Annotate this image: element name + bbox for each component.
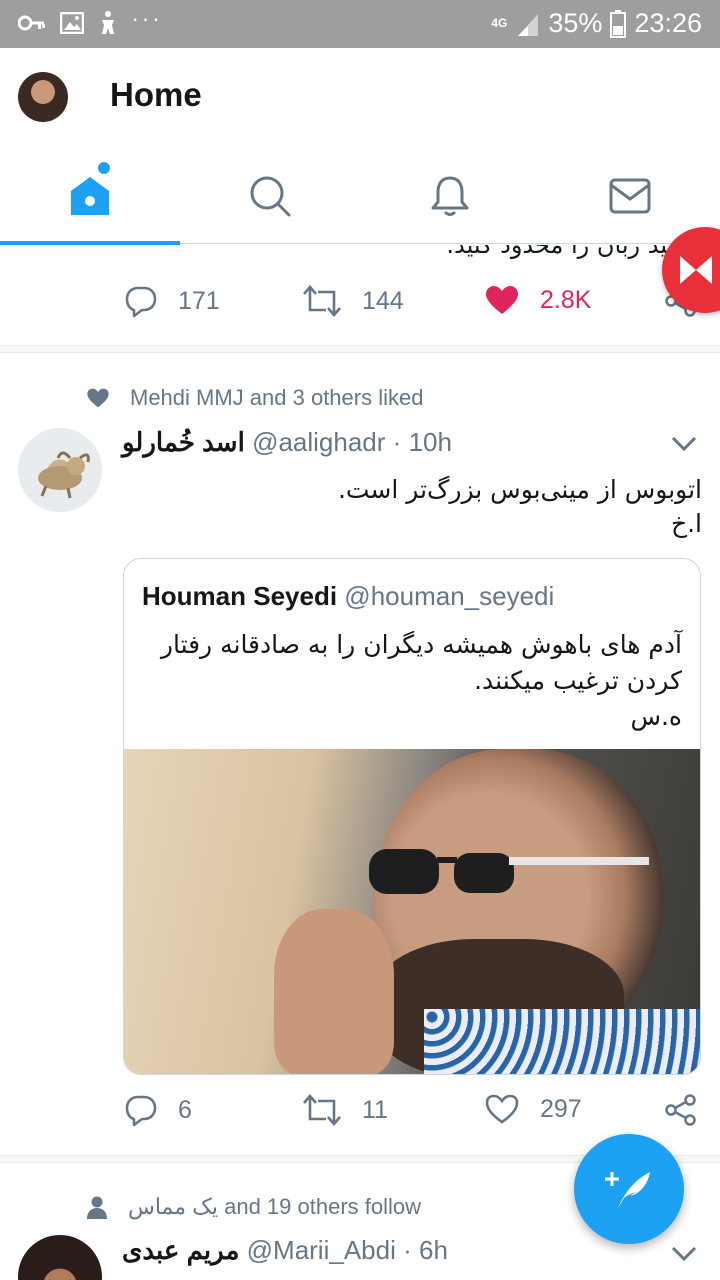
- quoted-tweet[interactable]: Houman Seyedi @houman_seyedi آدم های باه…: [123, 558, 701, 1075]
- tab-notifications[interactable]: [360, 148, 540, 244]
- tweet-time[interactable]: 6h: [419, 1235, 448, 1265]
- header-separator: ·: [392, 427, 402, 457]
- status-bar: ··· 4G 35% 23:26: [0, 0, 720, 48]
- social-context-text: یک مماس and 19 others follow: [128, 1194, 422, 1219]
- retweet-icon: [303, 285, 341, 317]
- profile-avatar-button[interactable]: [18, 72, 68, 122]
- goat-photo: [38, 451, 90, 499]
- tweet-text: اتوبوس از مینی‌بوس بزرگ‌تر است. ا.خ: [122, 473, 702, 541]
- tweet-time[interactable]: 10h: [409, 427, 452, 457]
- quoted-author-name: Houman Seyedi: [142, 581, 338, 611]
- like-count: 297: [540, 1094, 582, 1123]
- battery-percent: 35%: [548, 8, 603, 38]
- bell-icon: [431, 176, 469, 216]
- compose-feather-icon: [605, 1172, 650, 1208]
- retweet-count: 144: [362, 286, 404, 315]
- reply-button[interactable]: 6: [124, 1093, 192, 1127]
- tweet-text: توانید زبان را محدود کنید.: [446, 245, 700, 259]
- signal-icon: [518, 13, 539, 36]
- tab-home[interactable]: [0, 148, 180, 245]
- tweet-actions: 171 144 2.8K: [124, 284, 704, 324]
- quoted-text-line: کردن ترغیب میکنند.: [474, 666, 682, 695]
- reply-icon: [125, 1095, 157, 1127]
- new-content-dot: [98, 162, 110, 174]
- social-context: Mehdi MMJ and 3 others liked: [86, 385, 423, 411]
- photo-shirt: [424, 1009, 700, 1074]
- quoted-tweet-header: Houman Seyedi @houman_seyedi: [142, 581, 554, 612]
- tweet-divider: [0, 345, 720, 353]
- photo-sunglasses: [369, 849, 649, 894]
- author-name[interactable]: مریم عبدی: [122, 1235, 239, 1265]
- clock: 23:26: [634, 8, 702, 38]
- heart-small-icon: [87, 388, 109, 408]
- accessibility-icon: [102, 11, 114, 34]
- reply-count: 171: [178, 286, 220, 315]
- author-name[interactable]: اسد خُمارلو: [122, 427, 245, 457]
- reply-button[interactable]: 171: [124, 284, 220, 318]
- mail-icon: [609, 178, 651, 214]
- quoted-text-line: ه.س: [630, 702, 682, 731]
- key-icon: [18, 15, 45, 31]
- social-context-text: Mehdi MMJ and 3 others liked: [130, 385, 424, 410]
- social-context: یک مماس and 19 others follow: [86, 1194, 421, 1220]
- tweet-actions: 6 11 297: [124, 1093, 704, 1133]
- timeline[interactable]: توانید زبان را محدود کنید. 171 144 2.8K …: [0, 245, 720, 1280]
- battery-icon: [610, 9, 627, 38]
- tweet-text-line: اتوبوس از مینی‌بوس بزرگ‌تر است.: [337, 475, 702, 504]
- record-icon: [680, 256, 712, 284]
- retweet-icon: [303, 1094, 341, 1126]
- app-header: Home: [0, 48, 720, 148]
- quoted-author-handle: @houman_seyedi: [344, 581, 555, 611]
- retweet-count: 11: [362, 1095, 388, 1124]
- more-notifications-icon: ···: [132, 8, 164, 32]
- author-handle[interactable]: @aalighadr: [252, 427, 385, 457]
- like-button[interactable]: 297: [484, 1093, 582, 1125]
- heart-filled-icon: [486, 286, 518, 314]
- heart-icon: [485, 1094, 519, 1124]
- search-icon: [250, 176, 291, 217]
- chevron-down-icon[interactable]: [670, 435, 698, 453]
- reply-count: 6: [178, 1095, 192, 1124]
- quoted-tweet-photo[interactable]: [124, 749, 700, 1074]
- network-type: 4G: [491, 16, 508, 30]
- tweet-text-line: ا.خ: [670, 509, 702, 538]
- author-handle[interactable]: @Marii_Abdi: [247, 1235, 396, 1265]
- chevron-down-icon[interactable]: [670, 1245, 698, 1263]
- image-icon: [60, 12, 84, 34]
- compose-tweet-button[interactable]: [574, 1134, 684, 1244]
- tweet-header: اسد خُمارلو @aalighadr · 10h: [122, 427, 704, 463]
- share-icon: [665, 1094, 696, 1126]
- tab-search[interactable]: [180, 148, 360, 244]
- tab-bar: [0, 148, 720, 245]
- like-button[interactable]: 2.8K: [484, 284, 591, 316]
- quoted-tweet-text: آدم های باهوش همیشه دیگران را به صادقانه…: [142, 627, 682, 735]
- home-icon: [71, 177, 109, 215]
- quoted-text-line: آدم های باهوش همیشه دیگران را به صادقانه…: [160, 630, 682, 659]
- author-avatar[interactable]: [18, 428, 102, 512]
- header-separator: ·: [403, 1235, 412, 1265]
- author-avatar[interactable]: [18, 1235, 102, 1280]
- person-icon: [87, 1196, 107, 1219]
- photo-hand: [274, 909, 394, 1074]
- share-button[interactable]: [664, 1093, 698, 1127]
- reply-icon: [125, 286, 157, 318]
- retweet-button[interactable]: 11: [302, 1093, 388, 1127]
- retweet-button[interactable]: 144: [302, 284, 404, 318]
- like-count: 2.8K: [540, 285, 592, 314]
- page-title: Home: [110, 76, 202, 113]
